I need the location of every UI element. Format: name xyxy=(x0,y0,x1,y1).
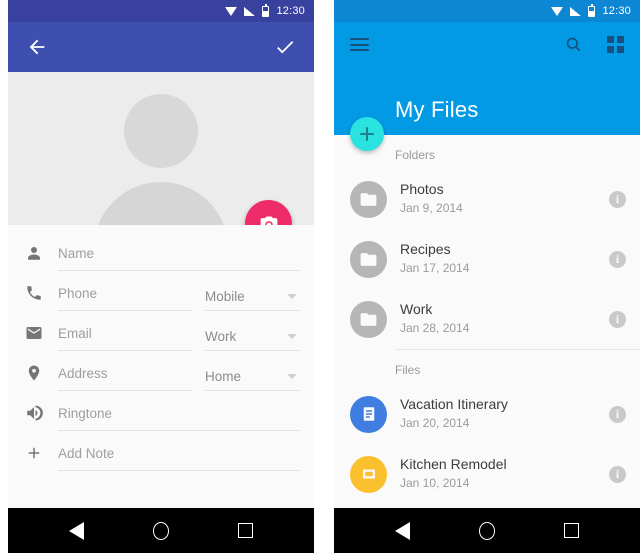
list-item[interactable]: Recipes Jan 17, 2014 i xyxy=(334,229,640,289)
list-item[interactable]: Kitchen Remodel Jan 10, 2014 i xyxy=(334,444,640,504)
form-row-phone[interactable]: Phone Mobile xyxy=(8,271,300,311)
name-input[interactable]: Name xyxy=(58,245,300,271)
battery-icon xyxy=(588,3,596,17)
camera-icon xyxy=(260,216,277,225)
item-date: Jan 17, 2014 xyxy=(400,260,470,275)
folder-icon xyxy=(350,300,387,338)
wifi-icon xyxy=(225,6,238,16)
my-files-phone: 12:30 My Files Folders Photos Jan 9, 201… xyxy=(334,0,640,553)
phone-placeholder: Phone xyxy=(58,286,98,301)
back-nav-icon[interactable] xyxy=(68,521,84,540)
android-nav-bar xyxy=(334,508,640,553)
signal-icon xyxy=(570,6,582,16)
status-bar: 12:30 xyxy=(334,0,640,22)
name-placeholder: Name xyxy=(58,246,95,261)
address-type-select[interactable]: Home xyxy=(205,368,300,391)
address-type-value: Home xyxy=(205,368,242,384)
form-row-ringtone[interactable]: Ringtone xyxy=(8,391,300,431)
presentation-icon xyxy=(350,455,387,493)
list-item[interactable]: Photos Jan 9, 2014 i xyxy=(334,169,640,229)
document-icon xyxy=(350,395,387,433)
battery-icon xyxy=(262,3,270,17)
list-item[interactable]: Work Jan 28, 2014 i xyxy=(334,289,640,349)
form-row-add-note[interactable]: Add Note xyxy=(8,431,300,471)
speaker-icon xyxy=(10,404,58,431)
chevron-down-icon xyxy=(287,373,297,379)
item-title: Kitchen Remodel xyxy=(400,455,507,472)
chevron-down-icon xyxy=(287,333,297,339)
avatar-area[interactable] xyxy=(8,72,314,225)
email-placeholder: Email xyxy=(58,326,92,341)
form-row-email[interactable]: Email Work xyxy=(8,311,300,351)
person-placeholder-avatar xyxy=(124,94,198,168)
add-note-placeholder: Add Note xyxy=(58,446,115,461)
folder-icon xyxy=(350,180,387,218)
email-input[interactable]: Email xyxy=(58,325,193,351)
section-label-files: Files xyxy=(395,363,421,377)
home-nav-icon[interactable] xyxy=(478,521,495,540)
add-fab-button[interactable] xyxy=(350,117,384,151)
phone-icon xyxy=(10,284,58,311)
list-item[interactable]: Vacation Itinerary Jan 20, 2014 i xyxy=(334,384,640,444)
form-row-name[interactable]: Name xyxy=(8,231,300,271)
form-row-address[interactable]: Address Home xyxy=(8,351,300,391)
plus-icon xyxy=(360,127,374,141)
wifi-icon xyxy=(551,6,564,16)
info-icon[interactable]: i xyxy=(609,250,626,268)
status-bar-clock: 12:30 xyxy=(602,4,631,17)
email-type-value: Work xyxy=(205,328,237,344)
item-title: Recipes xyxy=(400,240,451,257)
grid-view-icon[interactable] xyxy=(607,36,624,53)
info-icon[interactable]: i xyxy=(609,310,626,328)
ringtone-input[interactable]: Ringtone xyxy=(58,405,300,431)
person-icon xyxy=(10,244,58,271)
camera-fab-button[interactable] xyxy=(245,200,292,225)
home-nav-icon[interactable] xyxy=(152,521,169,540)
item-title: Photos xyxy=(400,180,444,197)
folder-icon xyxy=(350,240,387,278)
info-icon[interactable]: i xyxy=(609,190,626,208)
ringtone-placeholder: Ringtone xyxy=(58,406,113,421)
item-title: Work xyxy=(400,300,433,317)
page-title: My Files xyxy=(395,97,479,122)
address-input[interactable]: Address xyxy=(58,365,193,391)
back-arrow-icon[interactable] xyxy=(26,36,48,58)
phone-type-value: Mobile xyxy=(205,288,245,304)
contact-form: Name Phone Mobile Email Work Address Hom… xyxy=(8,225,314,508)
search-icon[interactable] xyxy=(564,35,583,54)
recents-nav-icon[interactable] xyxy=(564,523,580,538)
back-nav-icon[interactable] xyxy=(394,521,410,540)
item-date: Jan 20, 2014 xyxy=(400,415,470,430)
android-nav-bar xyxy=(8,508,314,553)
signal-icon xyxy=(244,6,256,16)
info-icon[interactable]: i xyxy=(609,405,626,423)
checkmark-icon[interactable] xyxy=(274,36,296,58)
status-bar-clock: 12:30 xyxy=(276,4,305,17)
recents-nav-icon[interactable] xyxy=(238,523,254,538)
phone-type-select[interactable]: Mobile xyxy=(205,288,300,311)
status-bar: 12:30 xyxy=(8,0,314,22)
info-icon[interactable]: i xyxy=(609,465,626,483)
contact-editor-app-bar xyxy=(8,22,314,72)
item-date: Jan 9, 2014 xyxy=(400,200,463,215)
my-files-app-bar: My Files xyxy=(334,22,640,151)
email-type-select[interactable]: Work xyxy=(205,328,300,351)
hamburger-menu-icon[interactable] xyxy=(350,35,369,55)
item-date: Jan 28, 2014 xyxy=(400,320,470,335)
contact-editor-phone: 12:30 Name Phone Mobile Email Work Addre… xyxy=(8,0,314,553)
add-note-input[interactable]: Add Note xyxy=(58,445,300,471)
screenshot-stage: 12:30 Name Phone Mobile Email Work Addre… xyxy=(0,0,640,553)
email-icon xyxy=(10,324,58,351)
person-placeholder-body xyxy=(93,182,229,225)
address-placeholder: Address xyxy=(58,366,108,381)
item-date: Jan 10, 2014 xyxy=(400,475,470,490)
phone-input[interactable]: Phone xyxy=(58,285,193,311)
file-list: Folders Photos Jan 9, 2014 i Recipes Jan… xyxy=(334,135,640,508)
item-title: Vacation Itinerary xyxy=(400,395,508,412)
plus-icon xyxy=(10,444,58,471)
chevron-down-icon xyxy=(287,293,297,299)
location-icon xyxy=(10,364,58,391)
